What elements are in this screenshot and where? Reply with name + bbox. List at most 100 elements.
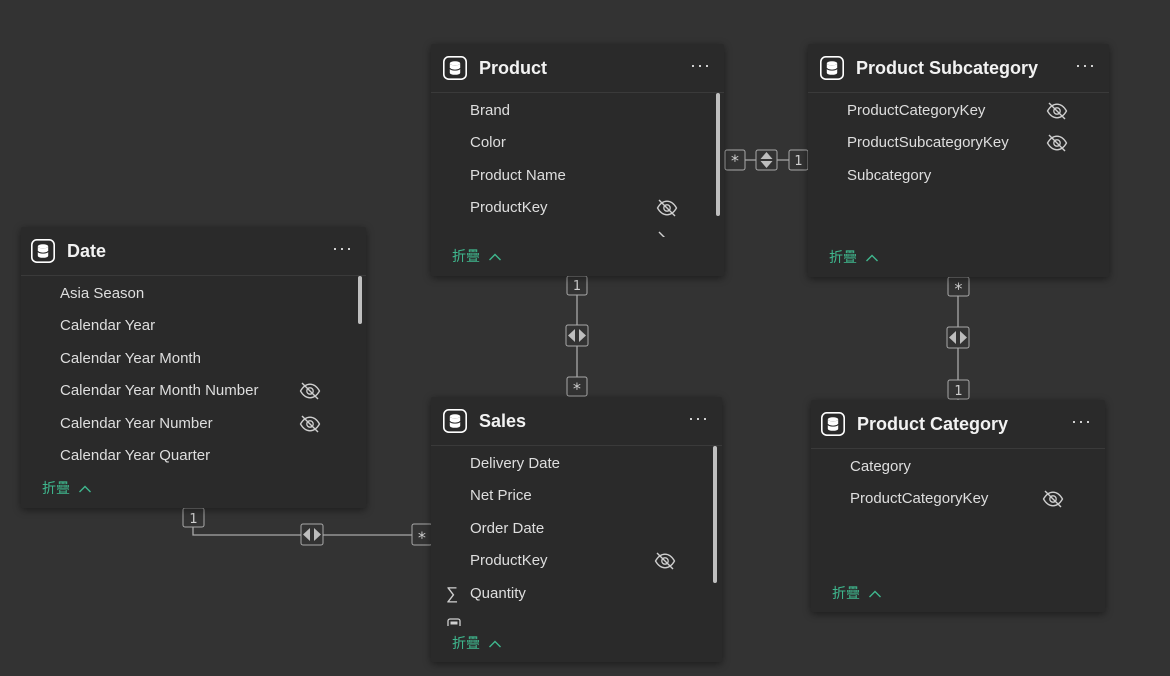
scrollbar[interactable] [358, 276, 362, 324]
field-row[interactable]: Product Name [431, 160, 724, 192]
table-card-sales[interactable]: Sales ··· Delivery Date Net Price Order … [431, 397, 722, 662]
eye-hidden-icon[interactable] [299, 382, 321, 400]
relationship-subcategory-category[interactable]: * 1 [946, 276, 970, 400]
both-direction-icon [760, 152, 773, 168]
eye-hidden-icon[interactable] [656, 199, 678, 217]
collapse-button[interactable]: 折疊 [42, 478, 92, 498]
table-icon [443, 409, 467, 433]
table-card-product-subcategory[interactable]: Product Subcategory ··· ProductCategoryK… [808, 44, 1109, 277]
collapse-button[interactable]: 折疊 [829, 247, 879, 267]
table-icon [820, 56, 844, 80]
cardinality-one-label: 1 [189, 512, 197, 527]
field-row[interactable]: Order Date [431, 513, 722, 545]
chevron-up-icon [868, 590, 881, 598]
field-row[interactable]: Subcategory [808, 160, 1109, 192]
more-options-icon[interactable]: ··· [1075, 56, 1095, 76]
collapse-label: 折疊 [832, 585, 860, 601]
cardinality-one-label: 1 [954, 384, 962, 399]
field-list[interactable]: Delivery Date Net Price Order Date Produ… [431, 446, 722, 626]
chevron-up-icon [865, 254, 878, 262]
field-row[interactable]: ProductKey [431, 192, 724, 224]
field-row[interactable]: Net Price [431, 480, 722, 512]
collapse-label: 折疊 [452, 635, 480, 651]
relationship-date-sales[interactable]: 1 * [182, 507, 433, 547]
card-title: Product Category [857, 414, 1009, 434]
field-row[interactable]: ∑ Quantity [431, 578, 722, 610]
eye-hidden-icon[interactable] [1042, 490, 1064, 508]
field-row[interactable]: Color [431, 127, 724, 159]
card-header[interactable]: Sales ··· [431, 397, 722, 446]
field-list[interactable]: Brand Color Product Name ProductKey [431, 93, 724, 237]
field-row[interactable]: Asia Season [21, 278, 366, 310]
eye-hidden-icon[interactable] [654, 552, 676, 570]
eye-hidden-icon[interactable] [1046, 134, 1068, 152]
collapse-button[interactable]: 折疊 [832, 583, 882, 603]
more-options-icon[interactable]: ··· [1071, 412, 1091, 432]
field-label: Net Price [470, 487, 532, 504]
field-label: ProductKey [470, 199, 548, 216]
table-card-date[interactable]: Date ··· Asia Season Calendar Year Calen… [21, 227, 366, 508]
field-list[interactable]: Asia Season Calendar Year Calendar Year … [21, 276, 366, 472]
table-icon [31, 239, 55, 263]
field-list[interactable]: Category ProductCategoryKey [811, 449, 1105, 569]
eye-hidden-icon[interactable] [299, 415, 321, 433]
field-label: Color [470, 134, 506, 151]
scrollbar[interactable] [713, 446, 717, 583]
both-direction-icon [568, 329, 586, 342]
collapse-label: 折疊 [829, 249, 857, 265]
field-label: Asia Season [60, 285, 145, 302]
collapse-button[interactable]: 折疊 [452, 246, 502, 266]
table-icon [821, 412, 845, 436]
field-row[interactable]: ProductCategoryKey [808, 95, 1109, 127]
scrollbar[interactable] [716, 93, 720, 216]
card-title: Product Subcategory [856, 58, 1039, 78]
field-label: Calendar Year Quarter [60, 447, 211, 464]
more-options-icon[interactable]: ··· [690, 56, 710, 76]
both-direction-icon [949, 331, 967, 344]
collapse-button[interactable]: 折疊 [452, 633, 502, 653]
collapse-label: 折疊 [42, 480, 70, 496]
both-direction-icon [303, 528, 321, 541]
table-card-product[interactable]: Product ··· Brand Color Product Name Pro… [431, 44, 724, 276]
more-options-icon[interactable]: ··· [332, 239, 352, 259]
field-label: ProductCategoryKey [847, 102, 986, 119]
cardinality-many-label: * [954, 279, 964, 298]
field-row[interactable]: Category [811, 451, 1105, 483]
field-row[interactable]: Calendar Year Number [21, 408, 366, 440]
field-row[interactable]: Brand [431, 95, 724, 127]
field-row-partial[interactable] [431, 224, 724, 237]
card-title: Product [479, 58, 548, 78]
card-header[interactable]: Date ··· [21, 227, 366, 276]
field-row[interactable]: ProductKey [431, 545, 722, 577]
card-header[interactable]: Product Category ··· [811, 400, 1105, 449]
eye-hidden-icon[interactable] [656, 231, 678, 237]
more-options-icon[interactable]: ··· [688, 409, 708, 429]
model-diagram-canvas[interactable]: * 1 1 * * 1 1 * Product ··· Brand Color … [0, 0, 1170, 676]
card-title: Date [67, 241, 107, 261]
field-label: ProductKey [470, 552, 548, 569]
field-row[interactable]: Delivery Date [431, 448, 722, 480]
field-list[interactable]: ProductCategoryKey ProductSubcategoryKey… [808, 93, 1109, 243]
field-row-partial[interactable] [431, 610, 722, 626]
relationship-product-subcategory[interactable]: * 1 [724, 149, 809, 171]
eye-hidden-icon[interactable] [1046, 102, 1068, 120]
field-label: Order Date [470, 520, 545, 537]
cardinality-many-label: * [417, 528, 427, 547]
field-row[interactable]: ProductCategoryKey [811, 483, 1105, 515]
field-row[interactable]: ProductSubcategoryKey [808, 127, 1109, 159]
collapse-label: 折疊 [452, 248, 480, 264]
field-row[interactable]: Calendar Year Month Number [21, 375, 366, 407]
card-header[interactable]: Product Subcategory ··· [808, 44, 1109, 93]
field-row[interactable]: Calendar Year Month [21, 343, 366, 375]
field-label: ProductSubcategoryKey [847, 134, 1009, 151]
field-row[interactable]: Calendar Year [21, 310, 366, 342]
chevron-up-icon [488, 253, 501, 261]
field-row[interactable]: Calendar Year Quarter [21, 440, 366, 472]
table-card-product-category[interactable]: Product Category ··· Category ProductCat… [811, 400, 1105, 612]
card-header[interactable]: Product ··· [431, 44, 724, 93]
cardinality-many-label: * [572, 379, 582, 398]
cardinality-one-label: 1 [573, 279, 581, 294]
cardinality-many-label: * [730, 151, 740, 170]
relationship-product-sales[interactable]: 1 * [565, 275, 589, 398]
field-label: Calendar Year [60, 317, 156, 334]
